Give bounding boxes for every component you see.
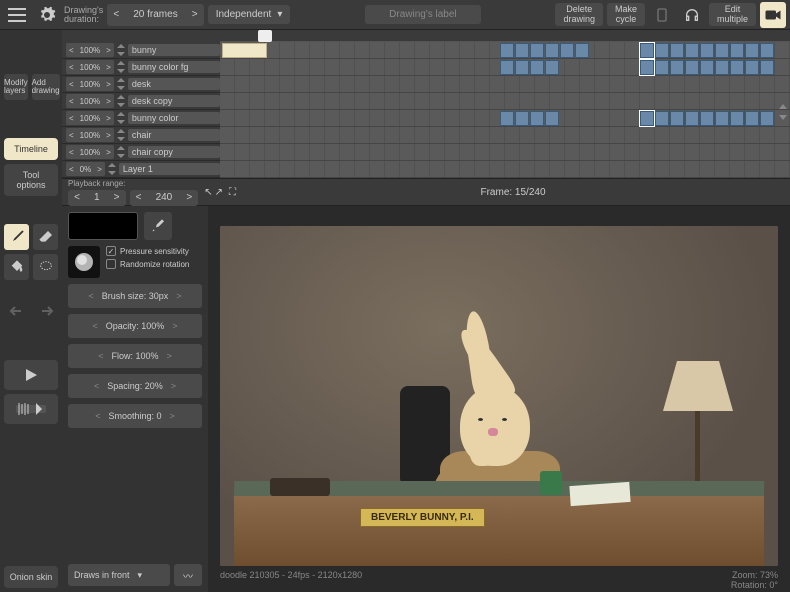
layer-name[interactable]: desk (128, 78, 220, 90)
chevron-down-icon: ▾ (277, 9, 282, 20)
timeline-track[interactable] (220, 144, 790, 161)
layer-row[interactable]: <0%> Layer 1 (62, 161, 220, 178)
status-rotation: Rotation: 0° (731, 580, 778, 590)
brush-tool[interactable] (4, 224, 29, 250)
edit-multiple-button[interactable]: Edit multiple (709, 3, 756, 27)
layer-reorder-icon[interactable] (116, 61, 126, 73)
playback-end-spinner[interactable]: < 240 > (130, 190, 199, 206)
duration-label2: duration: (64, 15, 103, 24)
layer-name[interactable]: bunny (128, 44, 220, 56)
scrub-button[interactable] (4, 394, 58, 424)
redo-button[interactable] (33, 300, 58, 322)
layer-reorder-icon[interactable] (107, 163, 117, 175)
playback-range-label: Playback range: (68, 179, 198, 188)
modify-layers-button[interactable]: Modify layers (4, 74, 28, 100)
canvas[interactable]: BEVERLY BUNNY, P.I. (220, 226, 778, 566)
layer-row[interactable]: <100%> chair (62, 127, 220, 144)
timeline-track[interactable] (220, 127, 790, 144)
timeline-track[interactable] (220, 161, 790, 178)
brush-size-slider[interactable]: <Brush size: 30px> (68, 284, 202, 308)
eraser-tool[interactable] (33, 224, 58, 250)
layer-row[interactable]: <100%> desk (62, 76, 220, 93)
timeline-track[interactable] (220, 93, 790, 110)
status-zoom: Zoom: 73% (731, 570, 778, 580)
drawing-label-input[interactable]: Drawing's label (365, 5, 481, 24)
duration-decrease[interactable]: < (107, 9, 125, 20)
layer-name[interactable]: chair (128, 129, 220, 141)
layer-opacity-spinner[interactable]: <100%> (66, 145, 114, 159)
layer-reorder-icon[interactable] (116, 44, 126, 56)
pressure-sensitivity-checkbox[interactable]: ✓ (106, 246, 116, 256)
spacing-slider[interactable]: <Spacing: 20%> (68, 374, 202, 398)
layer-reorder-icon[interactable] (116, 78, 126, 90)
layer-row[interactable]: <100%> chair copy (62, 144, 220, 161)
layer-name[interactable]: bunny color fg (128, 61, 220, 73)
duration-spinner[interactable]: < 20 frames > (107, 4, 203, 26)
layer-reorder-icon[interactable] (116, 129, 126, 141)
layer-name[interactable]: desk copy (128, 95, 220, 107)
plaque-text: BEVERLY BUNNY, P.I. (360, 508, 485, 527)
eyedropper-button[interactable] (144, 212, 172, 240)
layer-row[interactable]: <100%> bunny color fg (62, 59, 220, 76)
layer-reorder-icon[interactable] (116, 95, 126, 107)
layer-opacity-spinner[interactable]: <100%> (66, 43, 114, 57)
opacity-slider[interactable]: <Opacity: 100%> (68, 314, 202, 338)
layer-opacity-spinner[interactable]: <0%> (66, 162, 105, 176)
tool-options-tab[interactable]: Tool options (4, 164, 58, 196)
randomize-rotation-checkbox[interactable] (106, 259, 116, 269)
playback-start-spinner[interactable]: < 1 > (68, 190, 126, 206)
duration-value: 20 frames (125, 9, 185, 20)
expand-icon[interactable]: ↗ (215, 187, 223, 198)
make-cycle-button[interactable]: Make cycle (607, 3, 645, 27)
timeline-track[interactable] (220, 76, 790, 93)
smoothing-slider[interactable]: <Smoothing: 0> (68, 404, 202, 428)
layer-opacity-spinner[interactable]: <100%> (66, 94, 114, 108)
chevron-down-icon: ▾ (138, 570, 143, 581)
layer-reorder-icon[interactable] (116, 112, 126, 124)
randomize-rotation-label: Randomize rotation (120, 260, 189, 269)
lasso-tool[interactable] (33, 254, 58, 280)
layer-row[interactable]: <100%> bunny (62, 42, 220, 59)
fill-tool[interactable] (4, 254, 29, 280)
timeline-ruler[interactable] (220, 30, 790, 42)
layer-opacity-spinner[interactable]: <100%> (66, 111, 114, 125)
layer-name[interactable]: Layer 1 (119, 163, 220, 175)
timeline-scroll-icon[interactable] (778, 104, 788, 120)
pressure-sensitivity-label: Pressure sensitivity (120, 247, 189, 256)
clipboard-icon[interactable] (649, 2, 675, 28)
draws-in-front-dropdown[interactable]: Draws in front ▾ (68, 564, 170, 586)
layer-opacity-spinner[interactable]: <100%> (66, 60, 114, 74)
play-button[interactable] (4, 360, 58, 390)
status-fileinfo: doodle 210305 - 24fps - 2120x1280 (220, 570, 362, 590)
camera-icon[interactable] (760, 2, 786, 28)
undo-button[interactable] (4, 300, 29, 322)
layer-reorder-icon[interactable] (116, 146, 126, 158)
flow-slider[interactable]: <Flow: 100%> (68, 344, 202, 368)
layer-name[interactable]: chair copy (128, 146, 220, 158)
layer-row[interactable]: <100%> desk copy (62, 93, 220, 110)
layer-opacity-spinner[interactable]: <100%> (66, 128, 114, 142)
headphones-icon[interactable] (679, 2, 705, 28)
menu-icon[interactable] (4, 2, 30, 28)
gear-icon[interactable] (34, 2, 60, 28)
timeline-track[interactable] (220, 110, 790, 127)
fullscreen-icon[interactable]: ⛶ (229, 187, 236, 198)
onion-skin-button[interactable]: Onion skin (4, 566, 58, 588)
color-swatch[interactable] (68, 212, 138, 240)
layer-row[interactable]: <100%> bunny color (62, 110, 220, 127)
collapse-icon[interactable]: ↖ (204, 187, 212, 198)
duration-increase[interactable]: > (186, 9, 204, 20)
playhead[interactable] (258, 30, 272, 42)
delete-drawing-button[interactable]: Delete drawing (555, 3, 603, 27)
stroke-style-button[interactable]: 〰 (174, 564, 202, 586)
independent-dropdown[interactable]: Independent ▾ (208, 5, 291, 24)
add-drawing-button[interactable]: Add drawing (32, 74, 60, 100)
layer-opacity-spinner[interactable]: <100%> (66, 77, 114, 91)
timeline-tab[interactable]: Timeline (4, 138, 58, 160)
timeline-track[interactable] (220, 59, 790, 76)
layer-name[interactable]: bunny color (128, 112, 220, 124)
timeline-track[interactable] (220, 42, 790, 59)
brush-preview[interactable] (68, 246, 100, 278)
frame-counter: Frame: 15/240 (242, 187, 784, 198)
